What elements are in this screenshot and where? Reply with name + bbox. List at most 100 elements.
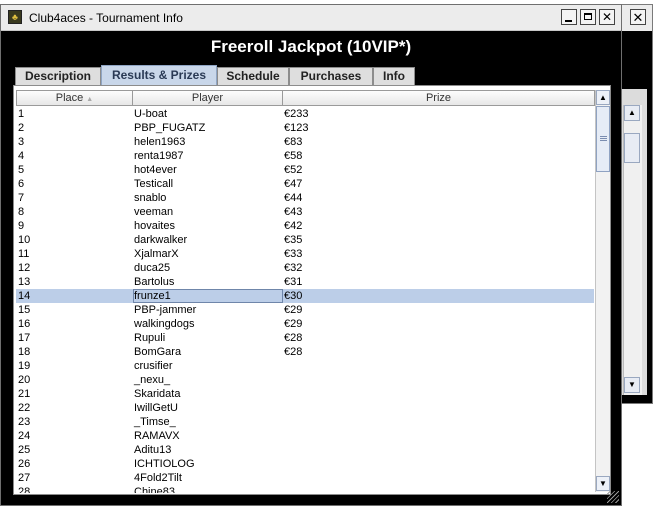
table-row[interactable]: 7 snablo €44: [16, 191, 594, 205]
table-row[interactable]: 10 darkwalker €35: [16, 233, 594, 247]
table-row[interactable]: 5 hot4ever €52: [16, 163, 594, 177]
prize-cell: €47: [284, 178, 303, 190]
table-row[interactable]: 2 PBP_FUGATZ €123: [16, 121, 594, 135]
player-cell: Rupuli: [134, 332, 166, 344]
table-row[interactable]: 1 U-boat €233: [16, 107, 594, 121]
scroll-down-icon[interactable]: ▼: [596, 476, 610, 491]
place-cell: 3: [18, 136, 25, 148]
background-window-scroll-thumb[interactable]: [624, 133, 640, 163]
table-row[interactable]: 25 Aditu13: [16, 443, 594, 457]
place-cell: 26: [18, 458, 31, 470]
place-cell: 10: [18, 234, 31, 246]
player-cell: Bartolus: [134, 276, 175, 288]
background-window-scroll-up-icon[interactable]: ▲: [624, 105, 640, 121]
title-bar[interactable]: ♣ Club4aces - Tournament Info ✕: [1, 5, 621, 31]
maximize-button[interactable]: [580, 9, 596, 25]
column-header-place-label: Place: [55, 92, 84, 104]
place-cell: 11: [18, 248, 30, 260]
table-row[interactable]: 12 duca25 €32: [16, 261, 594, 275]
player-cell: Chine83: [134, 486, 175, 493]
prize-cell: €28: [284, 332, 303, 344]
tab-description[interactable]: Description: [15, 67, 101, 85]
table-row[interactable]: 24 RAMAVX: [16, 429, 594, 443]
player-cell: IwillGetU: [134, 402, 179, 414]
close-button[interactable]: ✕: [599, 9, 615, 25]
place-cell: 1: [18, 108, 25, 120]
prize-cell: €35: [284, 234, 303, 246]
player-cell: ICHTIOLOG: [134, 458, 195, 470]
prize-cell: €123: [284, 122, 309, 134]
place-cell: 12: [18, 262, 31, 274]
player-cell: veeman: [134, 206, 174, 218]
table-row[interactable]: 4 renta1987 €58: [16, 149, 594, 163]
table-row[interactable]: 13 Bartolus €31: [16, 275, 594, 289]
tab-info[interactable]: Info: [373, 67, 415, 85]
place-cell: 20: [18, 374, 31, 386]
player-cell: frunze1: [133, 289, 283, 303]
prize-cell: €29: [284, 318, 303, 330]
column-header-prize[interactable]: Prize: [282, 90, 595, 106]
place-cell: 16: [18, 318, 31, 330]
place-cell: 2: [18, 122, 25, 134]
player-cell: Skaridata: [134, 388, 181, 400]
prize-cell: €30: [284, 290, 303, 302]
scroll-thumb[interactable]: [596, 106, 610, 172]
table-row[interactable]: 14 frunze1 €30: [16, 289, 594, 303]
player-cell: PBP-jammer: [134, 304, 197, 316]
background-window-scroll-down-icon[interactable]: ▼: [624, 377, 640, 393]
table-row[interactable]: 22 IwillGetU: [16, 401, 594, 415]
player-cell: _Timse_: [134, 416, 176, 428]
player-cell: BomGara: [134, 346, 182, 358]
place-cell: 25: [18, 444, 31, 456]
place-cell: 13: [18, 276, 31, 288]
table-row[interactable]: 23 _Timse_: [16, 415, 594, 429]
tab-purchases[interactable]: Purchases: [289, 67, 373, 85]
table-row[interactable]: 8 veeman €43: [16, 205, 594, 219]
prize-cell: €233: [284, 108, 309, 120]
prize-cell: €83: [284, 136, 303, 148]
player-cell: hot4ever: [134, 164, 177, 176]
minimize-button[interactable]: [561, 9, 577, 25]
resize-grip-icon[interactable]: [607, 491, 619, 503]
table-row[interactable]: 17 Rupuli €28: [16, 331, 594, 345]
table-row[interactable]: 27 4Fold2Tilt: [16, 471, 594, 485]
table-row[interactable]: 11 XjalmarX €33: [16, 247, 594, 261]
vertical-scrollbar[interactable]: ▲ ▼: [595, 90, 610, 492]
table-row[interactable]: 19 crusifier: [16, 359, 594, 373]
prize-cell: €31: [284, 276, 303, 288]
player-cell: 4Fold2Tilt: [134, 472, 182, 484]
scroll-up-icon[interactable]: ▲: [596, 90, 610, 105]
column-header-place[interactable]: Place ▲: [16, 90, 133, 106]
player-cell: helen1963: [134, 136, 186, 148]
prize-cell: €43: [284, 206, 303, 218]
table-row[interactable]: 26 ICHTIOLOG: [16, 457, 594, 471]
place-cell: 4: [18, 150, 25, 162]
prize-cell: €52: [284, 164, 303, 176]
tab-results-prizes[interactable]: Results & Prizes: [101, 65, 217, 86]
table-row[interactable]: 18 BomGara €28: [16, 345, 594, 359]
table-row[interactable]: 3 helen1963 €83: [16, 135, 594, 149]
player-cell: Testicall: [134, 178, 174, 190]
player-cell: PBP_FUGATZ: [134, 122, 206, 134]
table-row[interactable]: 16 walkingdogs €29: [16, 317, 594, 331]
table-row[interactable]: 6 Testicall €47: [16, 177, 594, 191]
window-title: Club4aces - Tournament Info: [29, 11, 183, 25]
place-cell: 7: [18, 192, 25, 204]
background-window-close-button[interactable]: ✕: [630, 9, 646, 25]
column-header-player[interactable]: Player: [132, 90, 283, 106]
player-cell: crusifier: [134, 360, 173, 372]
place-cell: 5: [18, 164, 25, 176]
results-panel: Place ▲ Player Prize 1 U-boat €233 2 PBP_FUGA…: [13, 85, 611, 495]
player-cell: RAMAVX: [134, 430, 180, 442]
table-row[interactable]: 20 _nexu_: [16, 373, 594, 387]
place-cell: 17: [18, 332, 31, 344]
player-cell: XjalmarX: [134, 248, 179, 260]
tab-schedule[interactable]: Schedule: [217, 67, 289, 85]
place-cell: 6: [18, 178, 25, 190]
table-row[interactable]: 28 Chine83: [16, 485, 594, 493]
prize-cell: €33: [284, 248, 303, 260]
table-row[interactable]: 9 hovaites €42: [16, 219, 594, 233]
table-row[interactable]: 21 Skaridata: [16, 387, 594, 401]
player-cell: Aditu13: [134, 444, 172, 456]
table-row[interactable]: 15 PBP-jammer €29: [16, 303, 594, 317]
